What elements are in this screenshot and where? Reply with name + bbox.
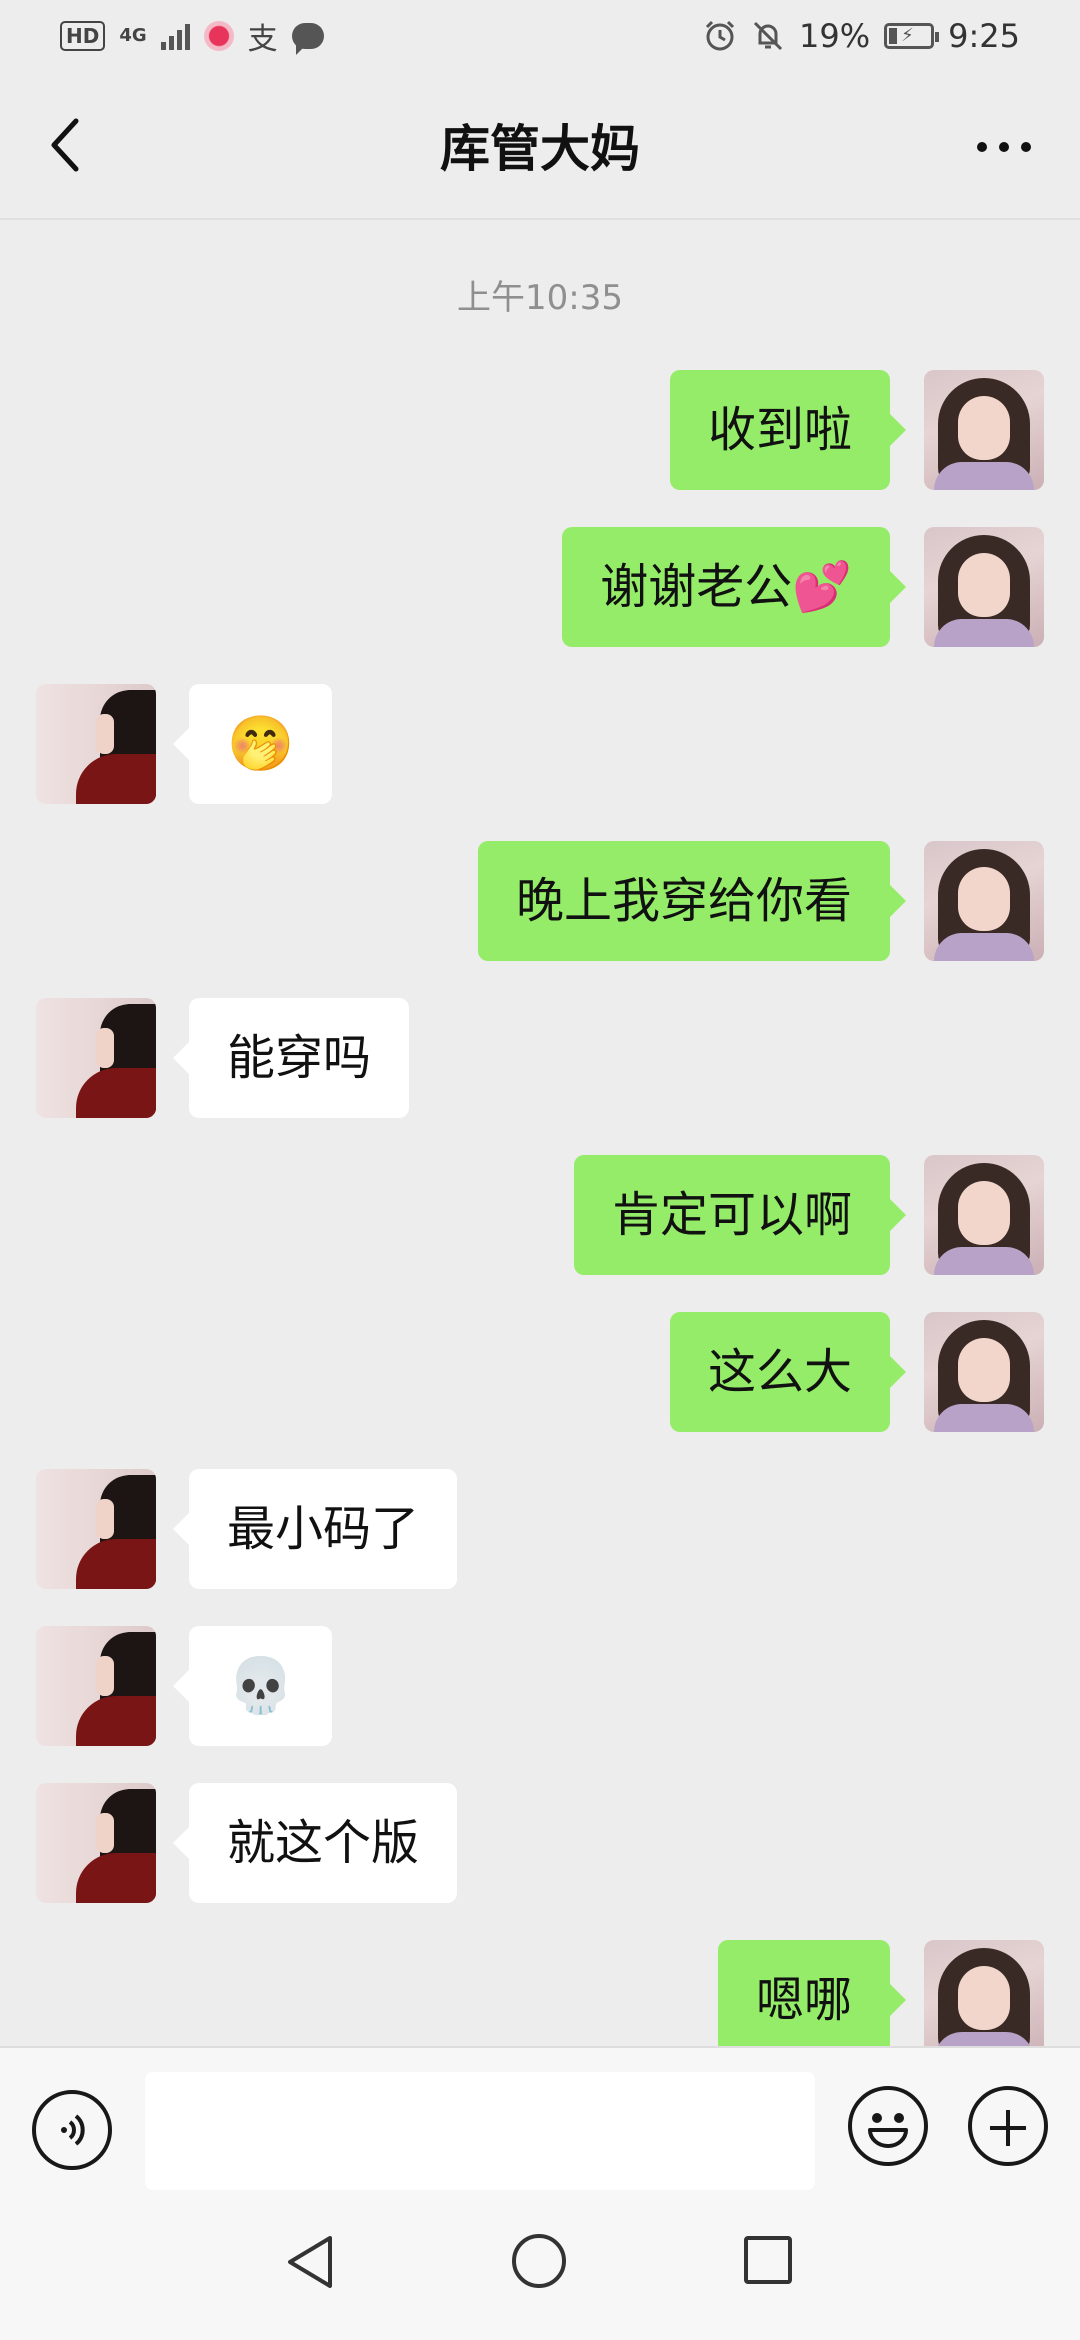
nav-back-icon[interactable] — [282, 2232, 342, 2292]
message-row: 嗯哪 — [0, 1940, 1080, 2046]
message-bubble-received[interactable]: 最小码了 — [172, 1469, 458, 1589]
avatar[interactable] — [924, 370, 1044, 490]
message-row: 🤭 — [0, 684, 1080, 804]
message-row: 谢谢老公💕 — [0, 527, 1080, 647]
battery-icon: ⚡ — [884, 23, 940, 49]
message-bubble-received[interactable]: 💀 — [172, 1626, 333, 1746]
chat-title: 库管大妈 — [440, 120, 640, 178]
avatar[interactable] — [924, 841, 1044, 961]
signal-icon — [160, 22, 190, 50]
message-bubble-sent[interactable]: 这么大 — [669, 1312, 907, 1432]
input-bar — [0, 2046, 1080, 2190]
status-left: HD 4G 支 — [60, 14, 324, 58]
avatar[interactable] — [36, 998, 156, 1118]
hd-icon: HD — [60, 21, 106, 51]
chat-area[interactable]: 上午10:35 收到啦 谢谢老公💕 🤭 晚上我穿给你看 能穿吗 肯定可以啊 这么… — [0, 220, 1080, 2046]
message-bubble-sent[interactable]: 晚上我穿给你看 — [477, 841, 907, 961]
avatar[interactable] — [924, 1312, 1044, 1432]
message-row: 💀 — [0, 1626, 1080, 1746]
message-bubble-received[interactable]: 🤭 — [172, 684, 333, 804]
nav-home-icon[interactable] — [512, 2234, 566, 2288]
alipay-icon: 支 — [247, 22, 278, 57]
more-dot — [999, 142, 1009, 152]
clock: 9:25 — [948, 17, 1020, 55]
app-notification-icon — [203, 21, 234, 51]
message-bubble-received[interactable]: 能穿吗 — [172, 998, 410, 1118]
message-notification-icon — [291, 23, 324, 55]
back-button[interactable] — [36, 110, 96, 180]
system-nav-bar — [0, 2190, 1080, 2340]
message-row: 肯定可以啊 — [0, 1155, 1080, 1275]
network-type: 4G — [119, 25, 147, 46]
voice-icon — [61, 2114, 85, 2146]
chat-header: 库管大妈 — [0, 72, 1080, 220]
message-row: 能穿吗 — [0, 998, 1080, 1118]
avatar[interactable] — [924, 1155, 1044, 1275]
plus-button[interactable] — [968, 2086, 1048, 2166]
message-bubble-received[interactable]: 就这个版 — [172, 1783, 458, 1903]
battery-percent: 19% — [799, 17, 871, 55]
more-dot — [1021, 142, 1031, 152]
message-row: 这么大 — [0, 1312, 1080, 1432]
avatar[interactable] — [36, 684, 156, 804]
more-button[interactable] — [964, 112, 1044, 182]
status-right: 19% ⚡ 9:25 — [703, 17, 1020, 55]
more-dots-icon — [977, 142, 987, 152]
chevron-left-icon — [51, 118, 79, 172]
avatar[interactable] — [36, 1626, 156, 1746]
message-bubble-sent[interactable]: 肯定可以啊 — [573, 1155, 907, 1275]
avatar[interactable] — [36, 1469, 156, 1589]
message-row: 就这个版 — [0, 1783, 1080, 1903]
emoji-button[interactable] — [848, 2086, 928, 2166]
nav-recent-icon[interactable] — [744, 2236, 792, 2284]
message-input[interactable] — [145, 2072, 815, 2190]
voice-button[interactable] — [32, 2090, 112, 2170]
avatar[interactable] — [36, 1783, 156, 1903]
message-bubble-sent[interactable]: 嗯哪 — [717, 1940, 907, 2046]
mute-icon — [753, 21, 783, 51]
message-bubble-sent[interactable]: 谢谢老公💕 — [562, 527, 906, 647]
avatar[interactable] — [924, 1940, 1044, 2046]
message-row: 最小码了 — [0, 1469, 1080, 1589]
emoji-icon — [868, 2113, 908, 2148]
message-bubble-sent[interactable]: 收到啦 — [669, 370, 907, 490]
message-row: 晚上我穿给你看 — [0, 841, 1080, 961]
message-row: 收到啦 — [0, 370, 1080, 490]
message-timestamp: 上午10:35 — [457, 278, 623, 318]
avatar[interactable] — [924, 527, 1044, 647]
status-bar: HD 4G 支 19% ⚡ 9:25 — [0, 0, 1080, 72]
alarm-icon — [705, 20, 735, 51]
